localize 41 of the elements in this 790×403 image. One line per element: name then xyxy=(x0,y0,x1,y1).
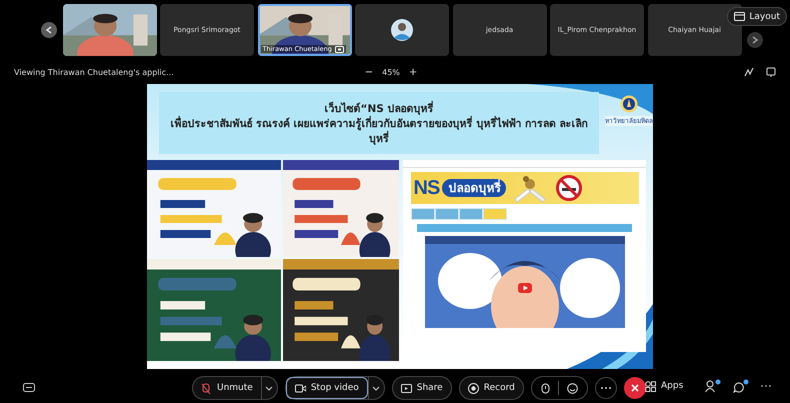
participants-icon[interactable] xyxy=(705,379,722,393)
chat-icon[interactable] xyxy=(23,383,35,393)
leave-button[interactable] xyxy=(624,377,646,399)
participant-tile[interactable] xyxy=(355,4,449,56)
screen-icon xyxy=(334,46,344,52)
share-screen-icon xyxy=(400,382,412,394)
banner-brand: NS xyxy=(414,176,440,200)
chevron-down-icon xyxy=(265,386,274,390)
slide-title: เว็บไซต์“NS ปลอดบุหรี่ xyxy=(324,100,434,117)
annotate-icon[interactable] xyxy=(744,67,754,77)
chat-bubble-icon[interactable] xyxy=(733,379,750,393)
popout-icon[interactable] xyxy=(766,67,776,77)
zoom-level: 45% xyxy=(382,68,400,76)
previous-button[interactable] xyxy=(41,22,57,38)
next-button[interactable] xyxy=(747,32,763,48)
chevron-right-icon xyxy=(751,36,759,44)
broken-cigarette-icon xyxy=(513,173,548,203)
zoom-out-button[interactable]: − xyxy=(364,66,374,78)
muted-microphone-icon xyxy=(201,382,212,394)
play-icon[interactable] xyxy=(518,283,532,293)
close-icon xyxy=(630,384,639,392)
avatar-icon xyxy=(391,19,413,41)
banner-tagline: ปลอดบุหรี่ xyxy=(442,179,506,197)
seal-icon xyxy=(620,94,638,114)
toolbar-button[interactable]: Record xyxy=(460,377,523,399)
layout-icon xyxy=(734,12,746,21)
toolbar-button[interactable]: Stop video xyxy=(286,377,368,399)
zoom-in-button[interactable]: + xyxy=(408,66,418,78)
layout-button[interactable]: Layout xyxy=(727,7,787,26)
hand-icon[interactable] xyxy=(540,382,550,394)
record-icon xyxy=(468,382,479,394)
toolbar-button[interactable]: Share xyxy=(392,377,451,399)
chevron-left-icon xyxy=(45,26,53,34)
viewing-label: Viewing Thirawan Chuetaleng's applic... xyxy=(14,68,175,76)
slide-subtitle: เพื่อประชาสัมพันธ์ รณรงค์ เผยแพร่ความรู้เกี่ยวกับอันตรายของบุหรี่ บุหรี่ไฟฟ้า การลด ละเลิก บุหรี่ xyxy=(169,117,589,148)
apps-icon xyxy=(645,380,656,392)
emoji-icon[interactable] xyxy=(566,382,578,394)
no-smoking-icon xyxy=(556,175,582,201)
chevron-down-icon xyxy=(372,386,380,390)
apps-button[interactable]: Apps xyxy=(645,380,684,392)
camera-icon xyxy=(294,382,306,394)
